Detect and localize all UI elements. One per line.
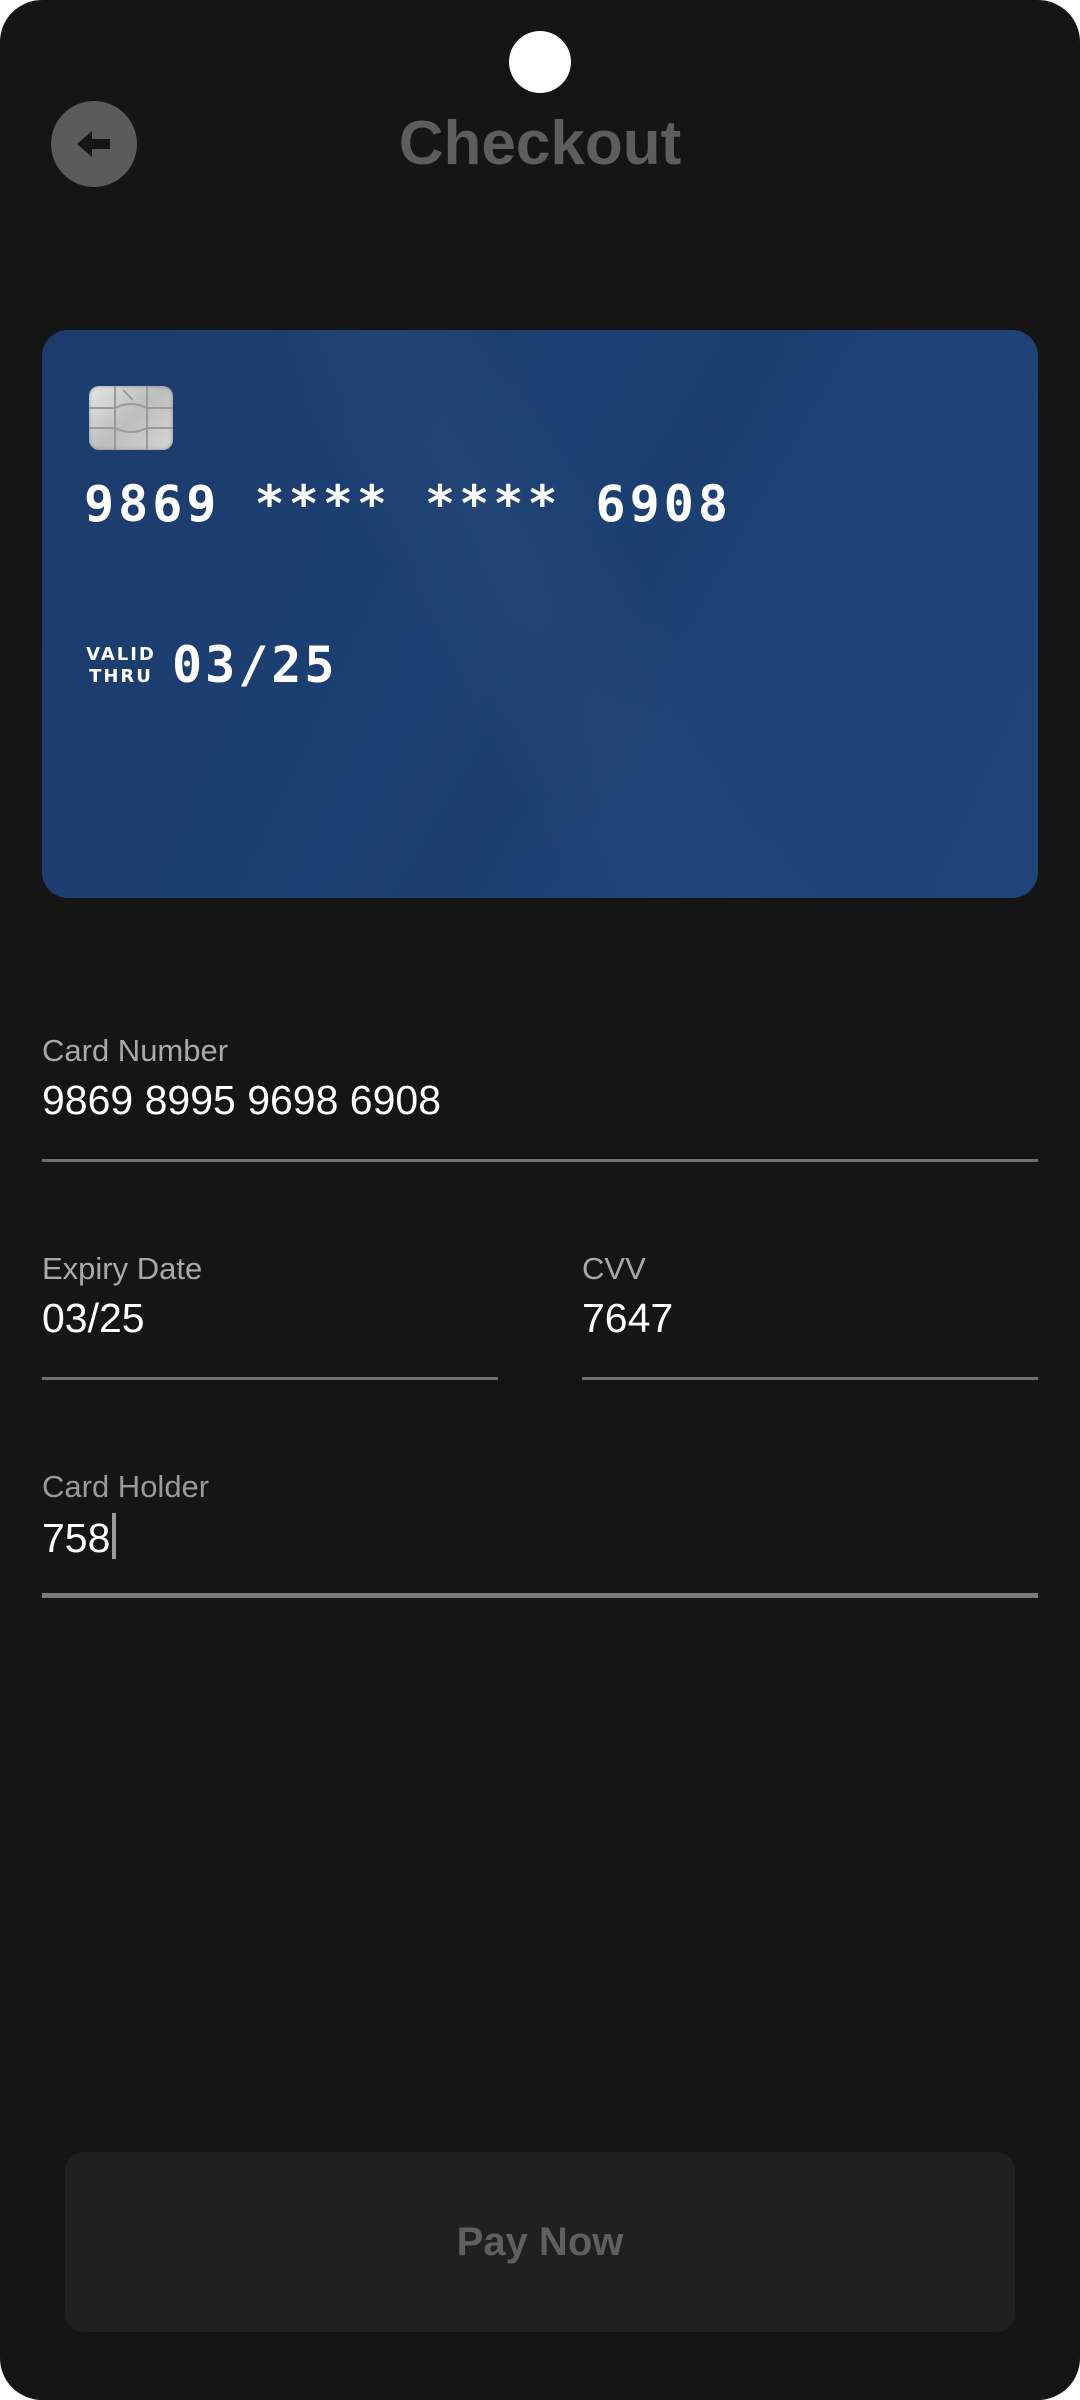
expiry-date-input[interactable]: 03/25	[42, 1295, 145, 1342]
page-title: Checkout	[398, 109, 682, 178]
card-expiry: 03/25	[172, 636, 338, 694]
thru-label: THRU	[89, 666, 153, 687]
card-holder-field[interactable]: Card Holder 758	[42, 1469, 1038, 1598]
valid-label: VALID	[86, 644, 156, 665]
card-holder-value: 758	[42, 1515, 111, 1561]
card-number-input[interactable]: 9869 8995 9698 6908	[42, 1077, 441, 1124]
card-holder-input[interactable]: 758	[42, 1513, 117, 1562]
card-holder-label: Card Holder	[42, 1469, 210, 1504]
card-chip-icon	[89, 386, 173, 450]
pay-now-button[interactable]: Pay Now	[65, 2152, 1015, 2332]
valid-thru-label: VALID THRU	[84, 644, 158, 688]
checkout-screen: Checkout 9869 **** **** 6908 VALID THRU …	[0, 0, 1080, 2400]
expiry-date-label: Expiry Date	[42, 1251, 203, 1286]
card-number-label: Card Number	[42, 1033, 229, 1068]
credit-card-preview: 9869 **** **** 6908 VALID THRU 03/25	[42, 330, 1038, 898]
cvv-input[interactable]: 7647	[582, 1295, 673, 1342]
expiry-date-field[interactable]: Expiry Date 03/25	[42, 1251, 498, 1380]
cvv-field[interactable]: CVV 7647	[582, 1251, 1038, 1380]
camera-cutout	[509, 31, 571, 93]
cvv-label: CVV	[582, 1251, 646, 1286]
card-masked-number: 9869 **** **** 6908	[84, 475, 732, 533]
text-cursor	[112, 1513, 117, 1559]
card-number-field[interactable]: Card Number 9869 8995 9698 6908	[42, 1033, 1038, 1162]
